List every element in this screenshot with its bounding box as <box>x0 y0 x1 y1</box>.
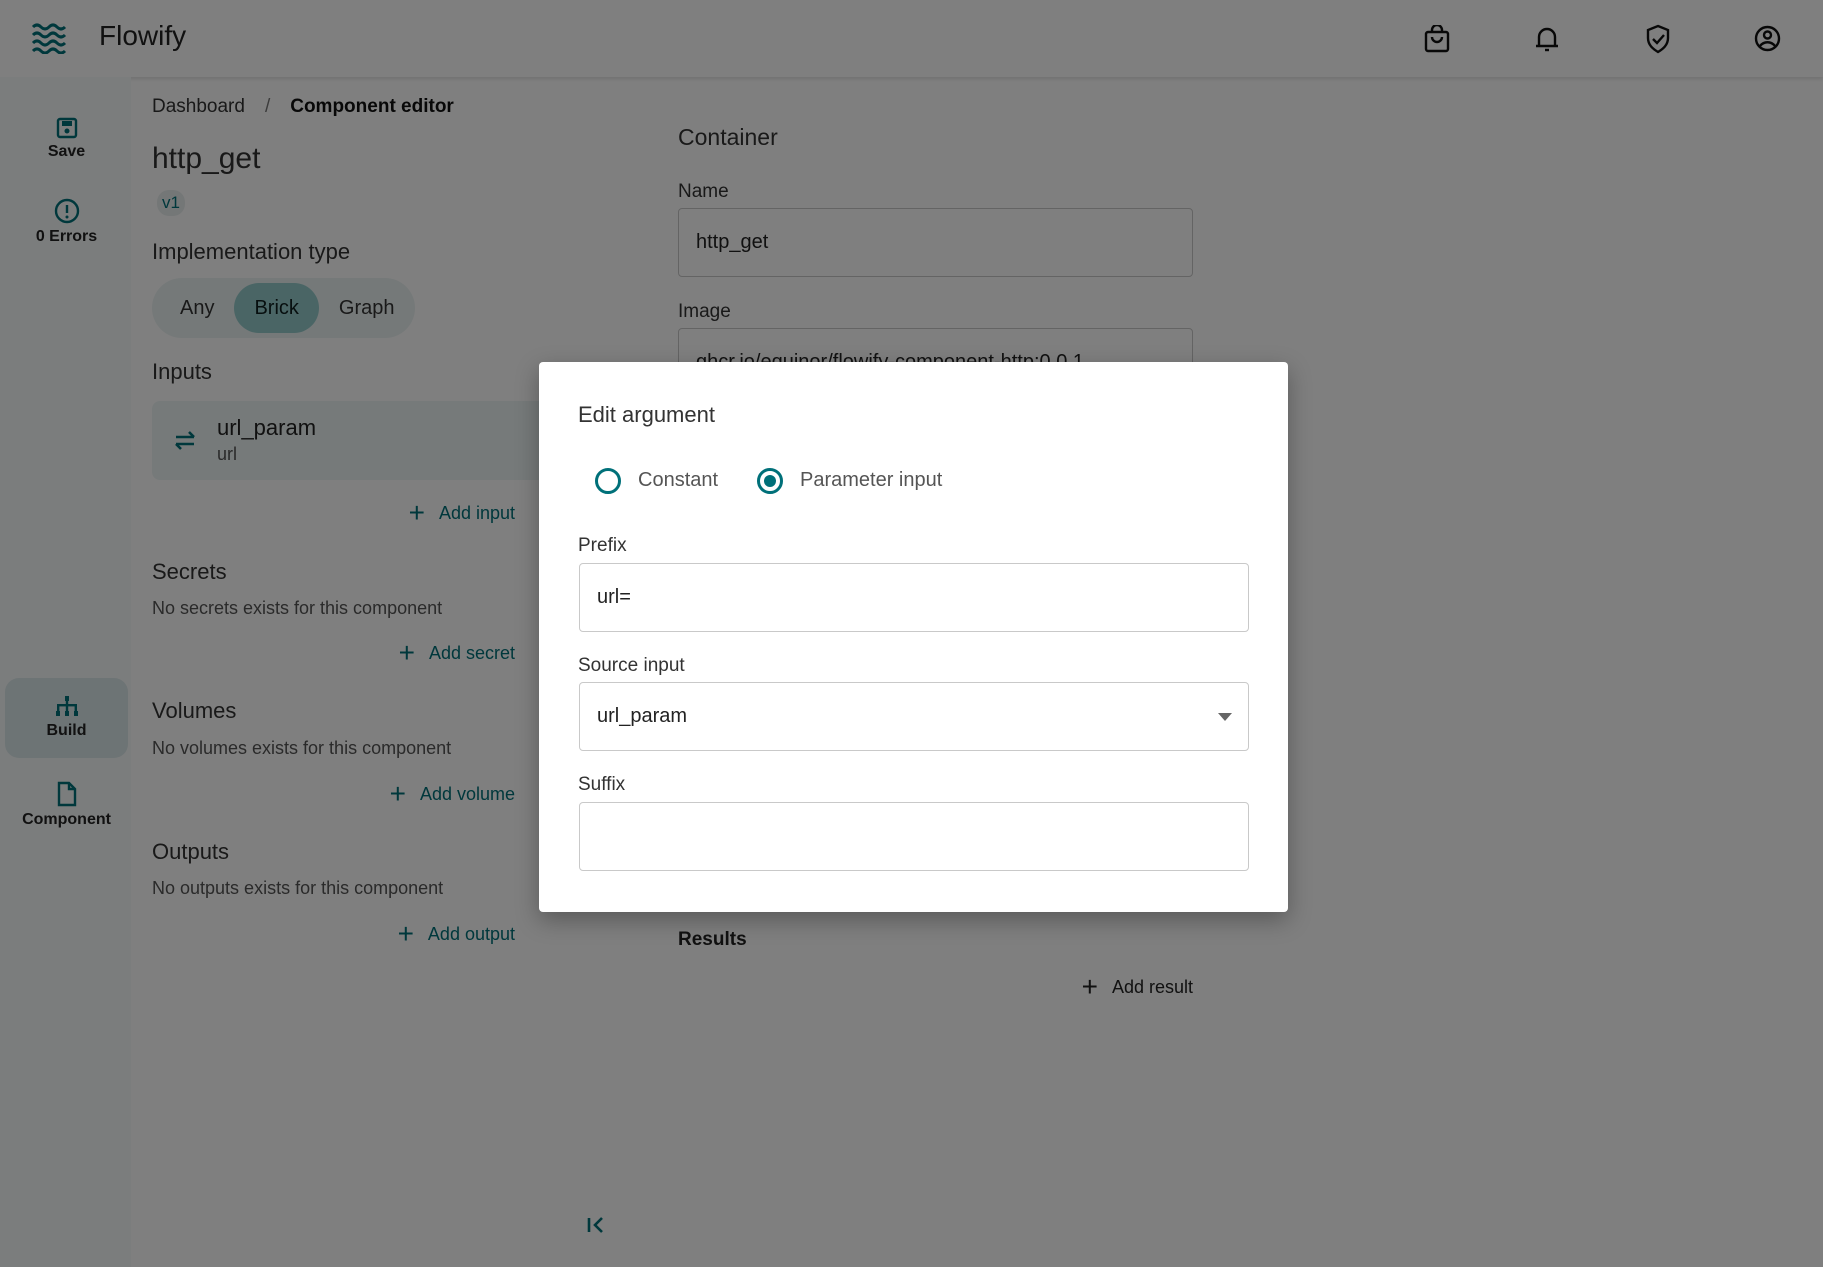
suffix-label: Suffix <box>578 774 626 795</box>
radio-parameter-label: Parameter input <box>800 469 943 491</box>
dialog-title: Edit argument <box>578 402 715 427</box>
radio-constant-label: Constant <box>638 469 719 491</box>
source-input-select[interactable]: url_param <box>579 682 1249 751</box>
source-input-label: Source input <box>578 655 685 676</box>
radio-parameter-input[interactable]: Parameter input <box>757 468 977 494</box>
radio-constant[interactable]: Constant <box>595 468 745 494</box>
suffix-input[interactable] <box>579 802 1249 871</box>
radio-checked-icon <box>757 468 783 494</box>
source-input-value: url_param <box>597 705 688 727</box>
edit-argument-dialog: Edit argument Constant Parameter input P… <box>539 362 1288 912</box>
prefix-input[interactable]: url= <box>579 563 1249 632</box>
radio-unchecked-icon <box>595 468 621 494</box>
chevron-down-icon <box>1218 713 1232 721</box>
prefix-label: Prefix <box>578 535 627 556</box>
